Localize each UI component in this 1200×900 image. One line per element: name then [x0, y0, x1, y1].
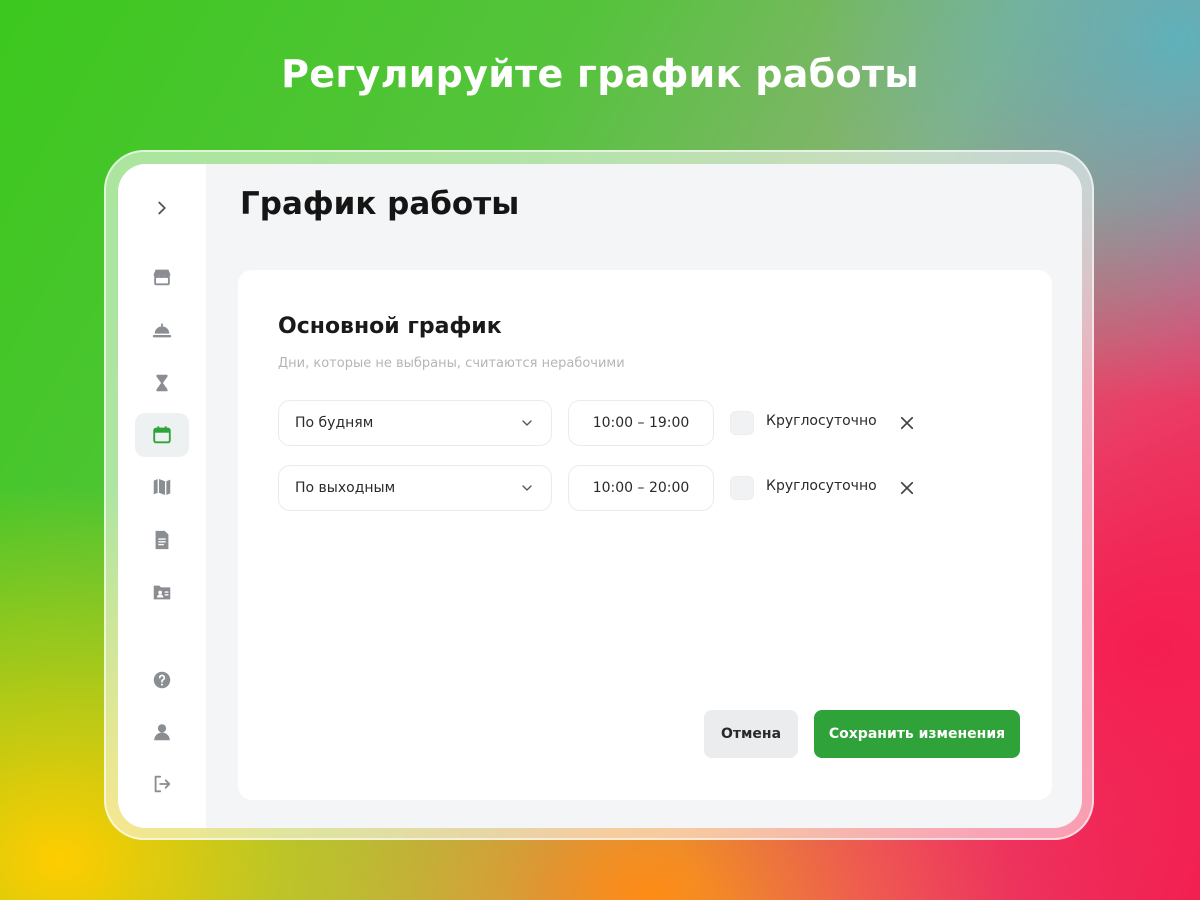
days-select[interactable]: По выходным — [278, 465, 552, 511]
around-clock-checkbox[interactable] — [730, 476, 754, 500]
sidebar-item-store[interactable] — [135, 255, 189, 299]
document-icon — [155, 530, 169, 550]
chevron-down-icon — [522, 420, 532, 426]
app-window: График работы Основной график Дни, котор… — [118, 164, 1082, 828]
logout-icon — [154, 775, 171, 793]
days-select[interactable]: По будням — [278, 400, 552, 446]
schedule-row-weekends: По выходным 10:00 – 20:00 Круглосуточно — [278, 465, 938, 515]
around-clock-label: Круглосуточно — [766, 413, 877, 429]
profile-icon — [154, 724, 170, 741]
service-bell-icon — [152, 323, 172, 338]
days-select-value: По выходным — [295, 480, 396, 496]
cancel-button[interactable]: Отмена — [704, 710, 798, 758]
around-clock-label: Круглосуточно — [766, 478, 877, 494]
sidebar-item-schedule[interactable] — [135, 413, 189, 457]
chevron-down-icon — [522, 485, 532, 491]
sidebar-item-logout[interactable] — [135, 762, 189, 806]
page-title: График работы — [240, 186, 520, 222]
store-icon — [153, 269, 171, 286]
sidebar-item-employees[interactable] — [135, 570, 189, 614]
sidebar-item-help[interactable] — [135, 658, 189, 702]
schedule-subtitle: Дни, которые не выбраны, считаются нераб… — [278, 356, 625, 371]
folder-user-icon — [153, 585, 171, 600]
hourglass-icon — [156, 374, 168, 392]
days-select-value: По будням — [295, 415, 374, 431]
calendar-icon — [153, 426, 171, 444]
promo-headline: Регулируйте график работы — [281, 52, 919, 96]
close-icon[interactable] — [898, 414, 916, 432]
close-icon[interactable] — [898, 479, 916, 497]
sidebar — [118, 164, 206, 828]
around-clock-checkbox[interactable] — [730, 411, 754, 435]
schedule-title: Основной график — [278, 314, 502, 339]
sidebar-item-map[interactable] — [135, 465, 189, 509]
sidebar-item-queue[interactable] — [135, 361, 189, 405]
chevron-right-icon — [158, 201, 166, 215]
help-icon — [153, 671, 171, 689]
sidebar-item-profile[interactable] — [135, 710, 189, 754]
time-range-input[interactable]: 10:00 – 20:00 — [568, 465, 714, 511]
sidebar-item-services[interactable] — [135, 308, 189, 352]
save-button[interactable]: Сохранить изменения — [814, 710, 1020, 758]
sidebar-expand-button[interactable] — [135, 186, 189, 230]
time-range-input[interactable]: 10:00 – 19:00 — [568, 400, 714, 446]
map-icon — [153, 478, 171, 496]
sidebar-item-documents[interactable] — [135, 518, 189, 562]
schedule-card: Основной график Дни, которые не выбраны,… — [238, 270, 1052, 800]
schedule-row-weekdays: По будням 10:00 – 19:00 Круглосуточно — [278, 400, 938, 450]
